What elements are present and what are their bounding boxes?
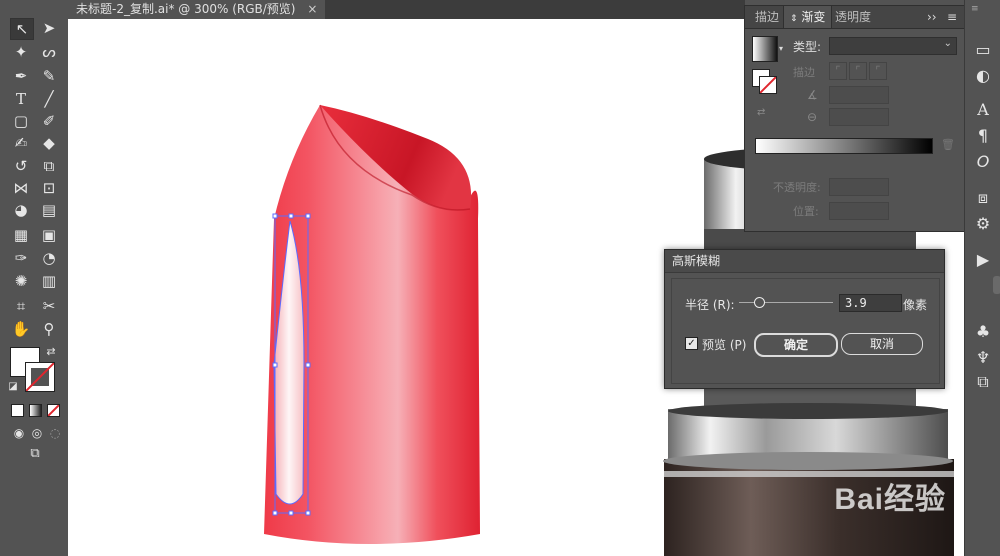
none-stroke-icon: [26, 363, 54, 391]
gradient-preview-dropdown-icon[interactable]: ▾: [779, 44, 783, 53]
gradient-preview-swatch[interactable]: [752, 36, 778, 62]
brushes-panel-icon[interactable]: ♣: [972, 322, 994, 342]
tab-collapse-icon: ⇕: [790, 14, 798, 24]
stroke-apply-along-icon[interactable]: ⌜: [849, 62, 867, 80]
position-field[interactable]: [829, 202, 889, 220]
tab-transparency[interactable]: 透明度: [829, 6, 877, 28]
paragraph-panel-icon[interactable]: ¶: [972, 126, 994, 146]
gradient-mode-icon[interactable]: [29, 404, 42, 417]
angle-icon: ∡: [807, 88, 818, 102]
color-mode-icon[interactable]: [11, 404, 24, 417]
tab-gradient[interactable]: ⇕ 渐变: [783, 6, 833, 28]
angle-field[interactable]: [829, 86, 889, 104]
ok-button[interactable]: 确定: [754, 333, 838, 357]
eyedropper-tool-icon[interactable]: ✑: [10, 248, 32, 268]
document-tab-title: 未标题-2_复制.ai* @ 300% (RGB/预览): [76, 2, 296, 16]
dialog-title: 高斯模糊: [672, 254, 721, 268]
draw-inside-icon[interactable]: ◌: [44, 423, 66, 443]
blend-tool-icon[interactable]: ◔: [38, 248, 60, 268]
gradient-slider[interactable]: [755, 138, 933, 154]
document-tab[interactable]: 未标题-2_复制.ai* @ 300% (RGB/预览) ×: [68, 0, 326, 19]
column-graph-tool-icon[interactable]: ▥: [38, 271, 60, 291]
gradient-tool-icon[interactable]: ▣: [38, 225, 60, 245]
none-mode-icon[interactable]: [47, 404, 60, 417]
line-tool-icon[interactable]: ╱: [38, 89, 60, 109]
graphic-styles-panel-icon[interactable]: ⚙: [972, 214, 994, 234]
radius-input[interactable]: 3.9: [839, 294, 902, 312]
shaper-tool-icon[interactable]: ✍: [10, 133, 32, 153]
magic-wand-tool-icon[interactable]: ✦: [10, 42, 32, 62]
rectangle-tool-icon[interactable]: ▢: [10, 111, 32, 131]
right-dock: ≡ ▭ ◐ A ¶ O ⧈ ⚙ ▶ ♣ ♆ ⧉: [964, 0, 1000, 556]
paintbrush-tool-icon[interactable]: ✐: [38, 111, 60, 131]
selection-tool-icon[interactable]: ↖: [10, 18, 34, 40]
dialog-title-bar[interactable]: 高斯模糊: [665, 250, 944, 273]
zoom-tool-icon[interactable]: ⚲: [38, 319, 60, 339]
tools-panel: ↖ ➤ ✦ ᔕ ✒ ✎ T ╱ ▢ ✐ ✍ ◆ ↺ ⧉ ⋈ ⊡ ◕ ▤ ▦ ▣ …: [0, 0, 69, 556]
preview-checkbox[interactable]: ✓: [685, 337, 698, 350]
slice-tool-icon[interactable]: ✂: [38, 296, 60, 316]
lipstick-shape[interactable]: [264, 104, 480, 544]
stroke-apply-across-icon[interactable]: ⌜: [869, 62, 887, 80]
screen-mode-icon[interactable]: ⧉: [24, 444, 46, 464]
transparency-panel-icon[interactable]: ◐: [972, 66, 994, 86]
stroke-swatch[interactable]: [25, 362, 55, 392]
panel-menu-icon[interactable]: ≡: [941, 6, 963, 28]
puppet-warp-icon[interactable]: ♆: [972, 348, 994, 368]
scale-tool-icon[interactable]: ⧉: [38, 156, 60, 176]
panel-overflow-icon[interactable]: ››: [921, 6, 943, 28]
mesh-tool-icon[interactable]: ▦: [10, 225, 32, 245]
document-tab-bar: 未标题-2_复制.ai* @ 300% (RGB/预览) ×: [68, 0, 745, 19]
watermark: Bai经验: [834, 483, 946, 516]
stroke-apply-within-icon[interactable]: ⌜: [829, 62, 847, 80]
curvature-tool-icon[interactable]: ✎: [38, 66, 60, 86]
gradient-stroke-swatch[interactable]: [759, 76, 777, 94]
opacity-label: 不透明度:: [773, 181, 821, 194]
chevron-down-icon: ⌄: [943, 38, 952, 49]
preview-label: 预览 (P): [702, 338, 747, 352]
dock-scrollbar[interactable]: [993, 276, 1000, 294]
dock-expand-icon[interactable]: ≡: [971, 4, 995, 14]
opentype-panel-icon[interactable]: O: [972, 152, 994, 172]
opacity-field[interactable]: [829, 178, 889, 196]
symbols-panel-icon[interactable]: ⧈: [972, 188, 994, 208]
position-label: 位置:: [793, 205, 819, 218]
direct-selection-tool-icon[interactable]: ➤: [38, 18, 60, 38]
width-tool-icon[interactable]: ⋈: [10, 178, 32, 198]
default-fill-stroke-icon[interactable]: ◪: [6, 380, 20, 394]
aspect-ratio-icon: ⊖: [807, 110, 818, 124]
shape-builder-tool-icon[interactable]: ◕: [10, 200, 32, 220]
radius-unit: 像素: [903, 298, 928, 312]
reverse-gradient-icon[interactable]: ⇄: [757, 107, 765, 118]
aspect-ratio-field[interactable]: [829, 108, 889, 126]
gradient-panel-icon[interactable]: ▭: [972, 40, 994, 60]
swap-fill-stroke-icon[interactable]: ⇄: [44, 345, 58, 359]
gaussian-blur-dialog: 高斯模糊 半径 (R): 3.9 像素 ✓ 预览 (P) 确定 取消: [664, 249, 945, 389]
eraser-tool-icon[interactable]: ◆: [38, 133, 60, 153]
lasso-tool-icon[interactable]: ᔕ: [38, 42, 60, 62]
artboard-tool-icon[interactable]: ⌗: [10, 296, 32, 316]
symbol-sprayer-tool-icon[interactable]: ✺: [10, 271, 32, 291]
gradient-panel: 描边 ⇕ 渐变 透明度 ›› ≡ ▾ 类型: ⌄ 描边 ⌜ ⌜ ⌜ ∡ ⇄ ⊖ …: [744, 5, 966, 232]
radius-slider-thumb[interactable]: [754, 297, 765, 308]
artboards-panel-icon[interactable]: ⧉: [972, 372, 994, 392]
hand-tool-icon[interactable]: ✋: [10, 319, 32, 339]
rotate-tool-icon[interactable]: ↺: [10, 156, 32, 176]
gradient-type-select[interactable]: ⌄: [829, 37, 957, 55]
pen-tool-icon[interactable]: ✒: [10, 66, 32, 86]
type-label: 类型:: [793, 40, 822, 54]
delete-stop-icon[interactable]: 🗑: [941, 138, 955, 151]
cancel-button[interactable]: 取消: [841, 333, 923, 355]
radius-label: 半径 (R):: [685, 298, 735, 312]
close-tab-icon[interactable]: ×: [307, 2, 317, 16]
stroke-label: 描边: [793, 66, 815, 79]
free-transform-tool-icon[interactable]: ⊡: [38, 178, 60, 198]
actions-panel-icon[interactable]: ▶: [972, 250, 994, 270]
character-panel-icon[interactable]: A: [972, 100, 994, 120]
type-tool-icon[interactable]: T: [10, 89, 32, 109]
tab-stroke[interactable]: 描边: [749, 6, 785, 28]
perspective-grid-tool-icon[interactable]: ▤: [38, 200, 60, 220]
